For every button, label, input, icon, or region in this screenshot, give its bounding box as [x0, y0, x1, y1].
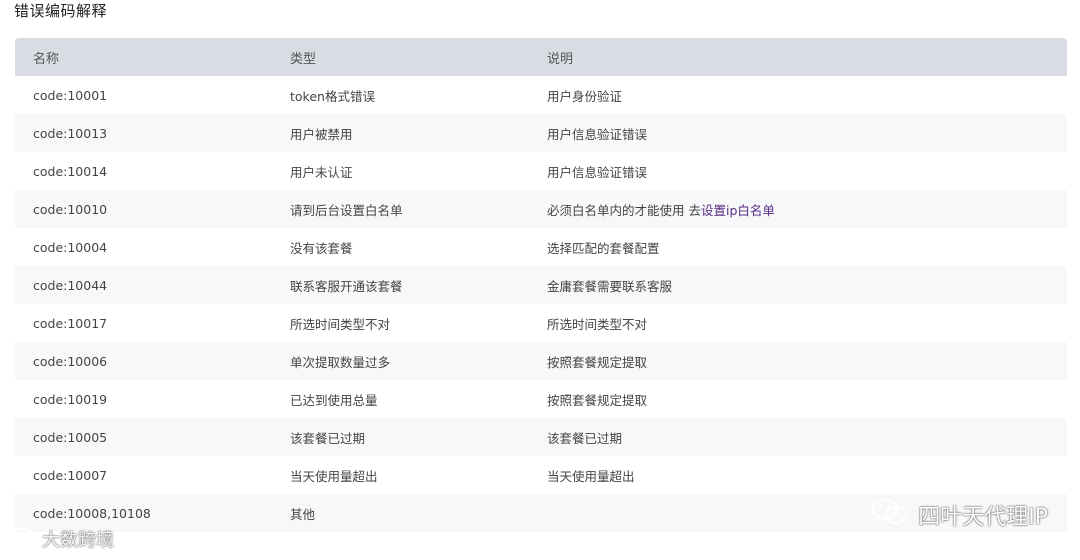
- cell-type: 用户未认证: [290, 164, 353, 180]
- page-title: 错误编码解释: [14, 2, 108, 20]
- table-row: code:10044 联系客服开通该套餐 金庸套餐需要联系客服: [15, 266, 1067, 304]
- watermark-left-text: 大数跨境: [42, 530, 114, 551]
- table-body: code:10001 token格式错误 用户身份验证 code:10013 用…: [15, 76, 1067, 532]
- table-row: code:10017 所选时间类型不对 所选时间类型不对: [15, 304, 1067, 342]
- cell-description: 必须白名单内的才能使用 去设置ip白名单: [529, 190, 1067, 228]
- wechat-icon: [870, 496, 910, 534]
- table-row: code:10004 没有该套餐 选择匹配的套餐配置: [15, 228, 1067, 266]
- cell-code: code:10005: [33, 429, 108, 445]
- cell-type: 联系客服开通该套餐: [290, 278, 403, 294]
- cell-code: code:10044: [33, 277, 108, 293]
- cell-type: 已达到使用总量: [290, 392, 378, 408]
- error-code-table-container: 名称 类型 说明 code:10001 token格式错误 用户身份验证 cod…: [15, 38, 1067, 532]
- cell-type: 没有该套餐: [290, 240, 353, 256]
- table-row: code:10010 请到后台设置白名单 必须白名单内的才能使用 去设置ip白名…: [15, 190, 1067, 228]
- page: 错误编码解释 名称 类型 说明 code:10001 token格式错误 用户身…: [0, 0, 1080, 560]
- cell-description: 所选时间类型不对: [547, 316, 648, 332]
- cell-type: 请到后台设置白名单: [290, 202, 403, 218]
- cell-code: code:10001: [33, 87, 108, 103]
- table-row: code:10014 用户未认证 用户信息验证错误: [15, 152, 1067, 190]
- column-header-name: 名称: [33, 51, 60, 67]
- cell-description: 按照套餐规定提取: [547, 354, 648, 370]
- cell-type: token格式错误: [290, 88, 375, 104]
- cell-description: 金庸套餐需要联系客服: [547, 278, 673, 294]
- table-row: code:10005 该套餐已过期 该套餐已过期: [15, 418, 1067, 456]
- watermark-left: 大数跨境: [10, 526, 114, 552]
- error-code-table: 名称 类型 说明 code:10001 token格式错误 用户身份验证 cod…: [15, 38, 1067, 532]
- cell-description: 该套餐已过期: [547, 430, 623, 446]
- set-ip-whitelist-link[interactable]: 设置ip白名单: [701, 203, 775, 218]
- column-header-type: 类型: [290, 51, 317, 67]
- cell-type: 所选时间类型不对: [290, 316, 391, 332]
- table-row: code:10013 用户被禁用 用户信息验证错误: [15, 114, 1067, 152]
- cell-description: 选择匹配的套餐配置: [547, 240, 660, 256]
- cell-code: code:10006: [33, 353, 108, 369]
- table-row: code:10019 已达到使用总量 按照套餐规定提取: [15, 380, 1067, 418]
- cell-code: code:10017: [33, 315, 108, 331]
- cell-type: 单次提取数量过多: [290, 354, 391, 370]
- watermark-right: 四叶天代理IP: [870, 496, 1048, 534]
- watermark-right-text: 四叶天代理IP: [918, 505, 1048, 530]
- cell-code: code:10004: [33, 239, 108, 255]
- cell-type: 该套餐已过期: [290, 430, 366, 446]
- cell-description: 用户身份验证: [547, 88, 623, 104]
- cell-code: code:10013: [33, 125, 108, 141]
- cell-code: code:10014: [33, 163, 108, 179]
- column-header-description: 说明: [547, 51, 574, 67]
- cell-description: 用户信息验证错误: [547, 126, 648, 142]
- table-row: code:10006 单次提取数量过多 按照套餐规定提取: [15, 342, 1067, 380]
- cell-type: 当天使用量超出: [290, 468, 378, 484]
- table-header-row: 名称 类型 说明: [15, 38, 1067, 76]
- cell-description-text: 必须白名单内的才能使用 去: [547, 202, 701, 218]
- cell-type: 其他: [290, 506, 316, 522]
- cell-description: 按照套餐规定提取: [547, 392, 648, 408]
- table-header: 名称 类型 说明: [15, 38, 1067, 76]
- table-row: code:10007 当天使用量超出 当天使用量超出: [15, 456, 1067, 494]
- cell-code: code:10010: [33, 201, 108, 217]
- cell-code: code:10019: [33, 391, 108, 407]
- cell-description: 用户信息验证错误: [547, 164, 648, 180]
- cell-type: 用户被禁用: [290, 126, 353, 142]
- speech-bubble-logo-icon: [10, 528, 36, 550]
- cell-code: code:10007: [33, 467, 108, 483]
- table-row: code:10001 token格式错误 用户身份验证: [15, 76, 1067, 114]
- cell-description: 当天使用量超出: [547, 468, 635, 484]
